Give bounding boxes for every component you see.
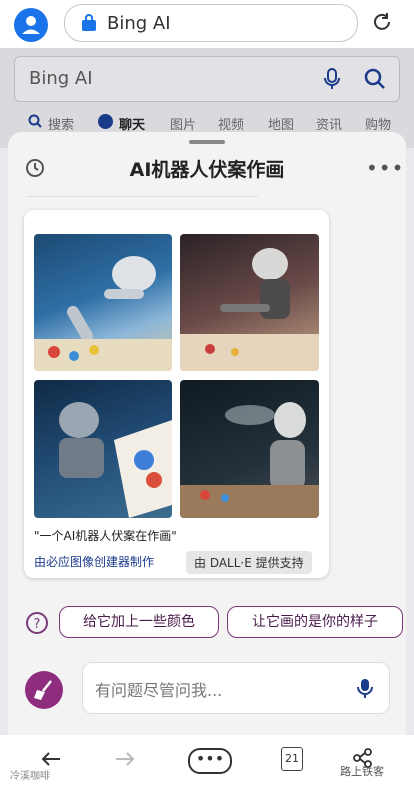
- forward-arrow-icon[interactable]: [114, 750, 136, 772]
- search-text: Bing AI: [29, 68, 93, 89]
- more-options-icon[interactable]: •••: [366, 156, 404, 180]
- voice-input-mic-icon[interactable]: [355, 677, 375, 703]
- browser-top-bar: Bing AI: [0, 0, 414, 48]
- nav-item-news[interactable]: 资讯: [316, 114, 342, 133]
- divider: [26, 196, 258, 197]
- mic-icon[interactable]: [321, 67, 343, 95]
- generated-image-2[interactable]: [180, 234, 319, 371]
- chat-title: AI机器人伏案作画: [129, 159, 285, 181]
- nav-chat-icon: [98, 114, 113, 129]
- nav-item-shopping[interactable]: 购物: [365, 114, 391, 133]
- watermark-right: 路上铁客: [340, 765, 384, 778]
- suggestion-chip-2[interactable]: 让它画的是你的样子: [227, 606, 403, 638]
- user-avatar-icon[interactable]: [14, 8, 48, 42]
- generated-image-4[interactable]: [180, 380, 319, 518]
- image-caption: "一个AI机器人伏案在作画": [34, 529, 177, 543]
- bag-icon: [79, 13, 99, 37]
- chat-input-placeholder: 有问题尽管问我...: [95, 681, 223, 700]
- help-question-icon[interactable]: ?: [25, 611, 49, 639]
- reload-icon[interactable]: [370, 10, 394, 38]
- new-topic-broom-icon[interactable]: [25, 671, 63, 709]
- address-text: Bing AI: [107, 13, 171, 34]
- menu-more-button[interactable]: •••: [188, 748, 232, 774]
- nav-item-videos[interactable]: 视频: [218, 114, 244, 133]
- generated-image-3[interactable]: [34, 380, 172, 518]
- drag-handle[interactable]: [189, 140, 225, 144]
- dall-e-badge: 由 DALL·E 提供支持: [186, 551, 312, 574]
- address-bar[interactable]: Bing AI: [64, 4, 358, 42]
- nav-item-maps[interactable]: 地图: [268, 114, 294, 133]
- tab-count-button[interactable]: 21: [281, 747, 303, 771]
- nav-search-icon: [28, 114, 42, 132]
- svg-text:?: ?: [34, 617, 41, 632]
- generated-image-1[interactable]: [34, 234, 172, 371]
- watermark-left: 冷溪咖啡: [10, 771, 50, 782]
- image-creator-link[interactable]: 由必应图像创建器制作: [34, 553, 154, 570]
- nav-item-images[interactable]: 图片: [170, 114, 196, 133]
- suggestion-chip-1[interactable]: 给它加上一些颜色: [59, 606, 219, 638]
- nav-item-chat[interactable]: 聊天: [119, 114, 145, 133]
- search-box[interactable]: Bing AI: [14, 56, 400, 102]
- nav-item-search[interactable]: 搜索: [48, 114, 74, 133]
- chat-input[interactable]: 有问题尽管问我...: [82, 662, 390, 714]
- search-icon[interactable]: [363, 67, 387, 95]
